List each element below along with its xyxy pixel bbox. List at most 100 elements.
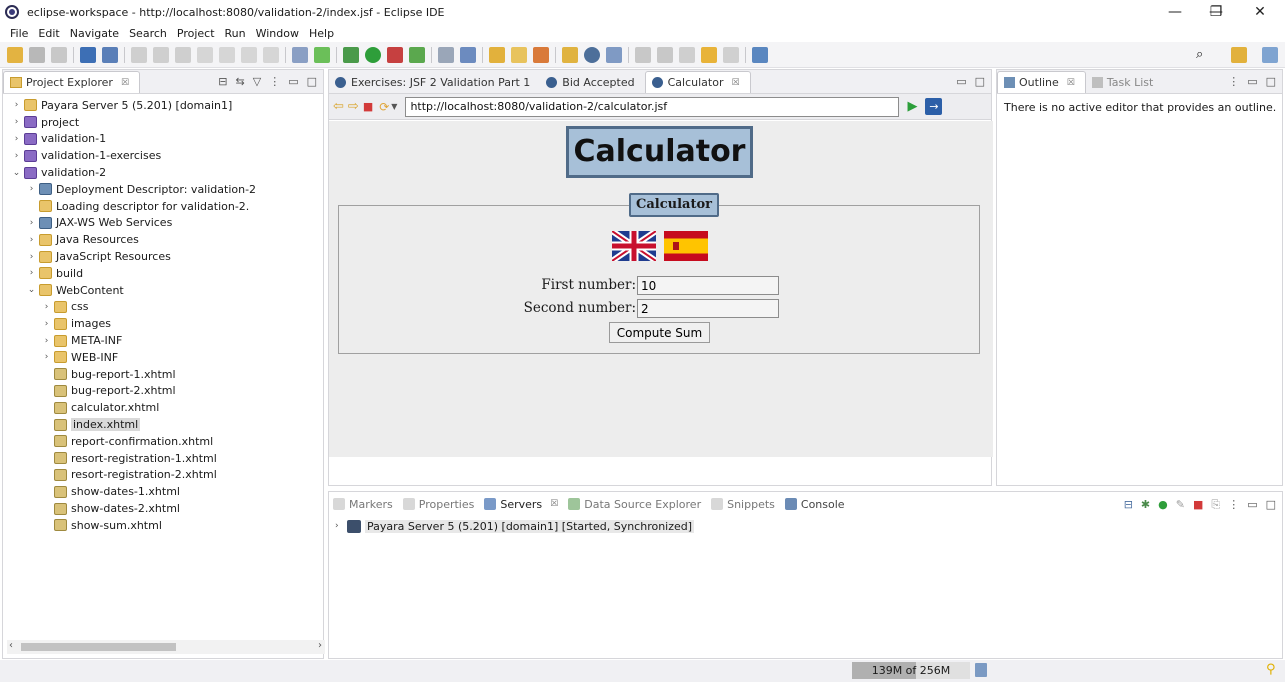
scroll-right-icon[interactable]: › [318, 640, 322, 651]
tree-item[interactable]: › project [11, 114, 323, 131]
tree-item[interactable]: bug-report-1.xhtml [11, 366, 323, 383]
close-tab-icon[interactable]: ☒ [550, 499, 558, 509]
tab-exercises[interactable]: Exercises: JSF 2 Validation Part 1 [329, 71, 540, 93]
tab-properties[interactable]: Properties [402, 498, 474, 511]
collapse-all-icon[interactable]: ⊟ [218, 75, 227, 88]
pin-editor-icon[interactable] [752, 46, 768, 63]
new-server-icon[interactable] [438, 46, 454, 63]
open-task-icon[interactable] [292, 46, 308, 63]
stop-icon[interactable]: ■ [363, 100, 373, 113]
tree-item[interactable]: resort-registration-1.xhtml [11, 450, 323, 467]
save-icon[interactable] [29, 46, 45, 63]
chevron-right-icon[interactable]: › [41, 336, 52, 346]
close-tab-icon[interactable]: ☒ [731, 78, 739, 88]
tree-item[interactable]: › Deployment Descriptor: validation-2 [11, 181, 323, 198]
chevron-right-icon[interactable]: › [26, 184, 37, 194]
chevron-down-icon[interactable]: ⌄ [11, 168, 22, 178]
scroll-left-icon[interactable]: ‹ [9, 640, 13, 651]
tab-markers[interactable]: Markers [333, 498, 393, 511]
terminate-icon[interactable] [175, 46, 191, 63]
scrollbar-thumb[interactable] [21, 643, 176, 651]
run-external-icon[interactable] [387, 46, 403, 63]
chevron-right-icon[interactable]: › [11, 100, 22, 110]
suspend-icon[interactable] [153, 46, 169, 63]
profile-server-icon[interactable]: ✎ [1176, 498, 1185, 512]
open-external-browser-icon[interactable]: → [925, 98, 943, 115]
tree-item[interactable]: › images [11, 315, 323, 332]
menu-run[interactable]: Run [225, 27, 246, 40]
chevron-right-icon[interactable]: › [41, 352, 52, 362]
maximize-view-icon[interactable]: □ [307, 75, 317, 88]
open-folder-icon[interactable] [489, 46, 505, 63]
chevron-right-icon[interactable]: › [11, 117, 22, 127]
minimize-window-button[interactable]: — [1155, 2, 1195, 22]
tree-item[interactable]: index.xhtml [11, 416, 323, 433]
debug-server-icon[interactable]: ✱ [1141, 498, 1150, 512]
horizontal-scrollbar[interactable]: ‹ › [7, 640, 325, 654]
tree-item[interactable]: › Payara Server 5 (5.201) [domain1] [11, 97, 323, 114]
minimize-view-icon[interactable]: ▭ [1247, 498, 1257, 512]
step-return-icon[interactable] [263, 46, 279, 63]
tab-servers[interactable]: Servers ☒ [484, 498, 558, 511]
previous-annotation-icon[interactable] [657, 46, 673, 63]
uk-flag-icon[interactable] [612, 231, 656, 261]
close-tab-icon[interactable]: ☒ [1067, 78, 1075, 88]
tree-item[interactable]: › JavaScript Resources [11, 248, 323, 265]
tree-item[interactable]: › validation-1-exercises [11, 147, 323, 164]
save-all-icon[interactable] [51, 46, 67, 63]
tree-item[interactable]: Loading descriptor for validation-2. [11, 198, 323, 215]
chevron-right-icon[interactable]: › [11, 134, 22, 144]
url-input[interactable] [405, 96, 900, 117]
spain-flag-icon[interactable] [664, 231, 708, 261]
menu-search[interactable]: Search [129, 27, 167, 40]
filter-icon[interactable]: ▽ [253, 75, 261, 88]
garbage-collect-icon[interactable] [975, 663, 987, 677]
debug-icon[interactable] [314, 46, 330, 63]
tree-item[interactable]: › css [11, 299, 323, 316]
refresh-icon[interactable]: ⟳ [379, 100, 389, 114]
heap-status[interactable]: 139M of 256M [852, 662, 970, 679]
open-type-icon[interactable] [511, 46, 527, 63]
tree-item[interactable]: show-sum.xhtml [11, 517, 323, 534]
forward-icon[interactable] [723, 46, 739, 63]
go-icon[interactable]: ▶ [907, 99, 917, 114]
tab-snippets[interactable]: Snippets [711, 498, 775, 511]
minimize-view-icon[interactable]: ▭ [956, 75, 966, 88]
chevron-right-icon[interactable]: › [335, 521, 347, 531]
tree-item[interactable]: resort-registration-2.xhtml [11, 467, 323, 484]
coverage-icon[interactable] [409, 46, 425, 63]
publish-icon[interactable]: ⎘ [1211, 498, 1220, 512]
tree-item[interactable]: › Java Resources [11, 231, 323, 248]
tree-item[interactable]: calculator.xhtml [11, 399, 323, 416]
minimize-view-icon[interactable]: ▭ [288, 75, 298, 88]
menu-edit[interactable]: Edit [38, 27, 59, 40]
maximize-view-icon[interactable]: □ [975, 75, 985, 88]
back-icon[interactable]: ⇦ [333, 99, 344, 114]
tree-item[interactable]: show-dates-1.xhtml [11, 483, 323, 500]
chevron-right-icon[interactable]: › [41, 302, 52, 312]
chevron-right-icon[interactable]: › [11, 151, 22, 161]
bug-icon[interactable] [343, 46, 359, 63]
new-java-icon[interactable] [460, 46, 476, 63]
menu-window[interactable]: Window [256, 27, 299, 40]
terminal-icon[interactable] [80, 46, 96, 63]
forward-icon[interactable]: ⇨ [348, 99, 359, 114]
tab-calculator[interactable]: Calculator ☒ [644, 71, 751, 93]
tab-task-list[interactable]: Task List [1086, 71, 1163, 93]
resume-icon[interactable] [131, 46, 147, 63]
run-icon[interactable] [365, 46, 381, 63]
tree-item[interactable]: ⌄ validation-2 [11, 164, 323, 181]
collapse-icon[interactable]: ⊟ [1124, 498, 1133, 512]
maximize-view-icon[interactable]: □ [1266, 75, 1276, 88]
tree-item[interactable]: ⌄ WebContent [11, 282, 323, 299]
tab-bid-accepted[interactable]: Bid Accepted [540, 71, 644, 93]
link-with-editor-icon[interactable]: ⇆ [236, 75, 245, 88]
search-icon[interactable]: ⌕ [1196, 47, 1203, 62]
server-row[interactable]: › Payara Server 5 (5.201) [domain1] [Sta… [329, 517, 1282, 535]
tree-item[interactable]: › WEB-INF [11, 349, 323, 366]
chevron-right-icon[interactable]: › [41, 319, 52, 329]
menu-file[interactable]: File [10, 27, 28, 40]
maximize-view-icon[interactable]: □ [1266, 498, 1276, 512]
restore-window-button[interactable]: ❐ [1196, 2, 1236, 22]
lightbulb-icon[interactable]: ⚲ [1266, 662, 1276, 677]
